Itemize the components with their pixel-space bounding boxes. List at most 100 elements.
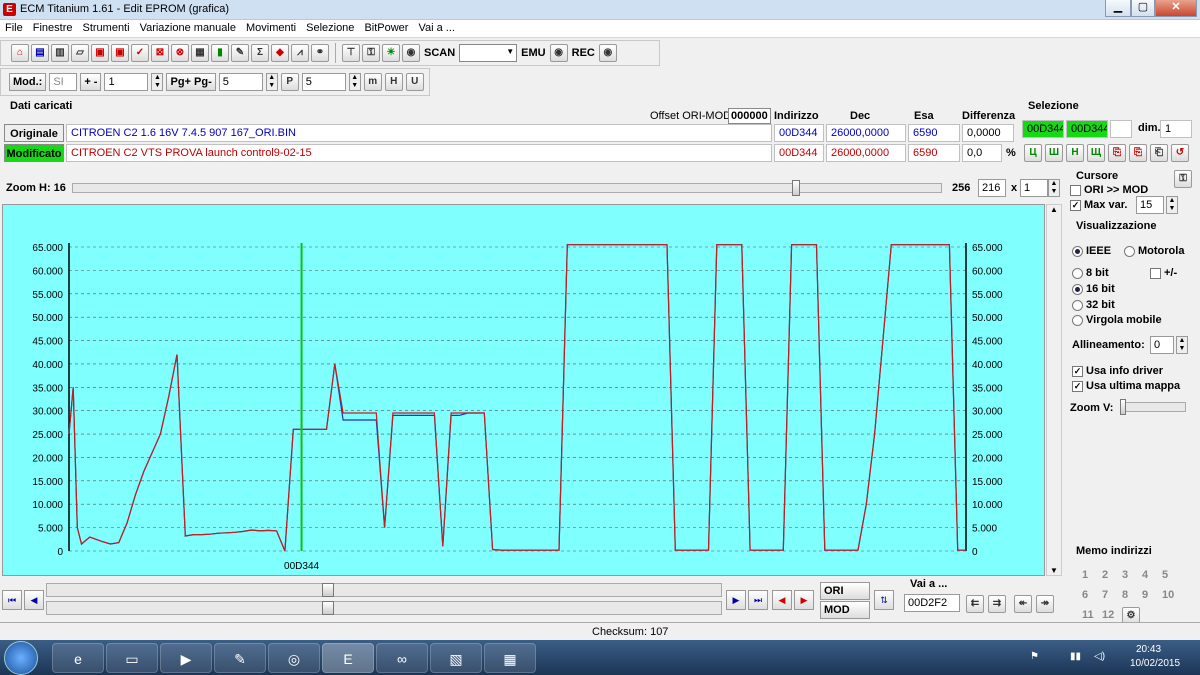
prev-icon[interactable]: ◀ bbox=[24, 590, 44, 610]
allineamento-spinner[interactable]: ▲ ▼ bbox=[1176, 336, 1188, 354]
memo-slot[interactable]: 10 bbox=[1162, 585, 1182, 605]
notebook-icon[interactable]: ▧ bbox=[430, 643, 482, 673]
chip-icon[interactable]: ▮ bbox=[211, 44, 229, 62]
last-icon[interactable]: ⏭ bbox=[748, 590, 768, 610]
goto-forward-icon[interactable]: ↠ bbox=[1036, 595, 1054, 613]
memo-slot[interactable]: 5 bbox=[1162, 565, 1182, 585]
eprom-graph[interactable]: 0 0 5.000 5.000 10.000 10.000 15.000 15.000 20.0… bbox=[2, 204, 1045, 576]
ori-mod-check-icon[interactable] bbox=[1070, 184, 1081, 196]
prev-diff-icon[interactable]: ◀ bbox=[772, 590, 792, 610]
bit32-radio-icon[interactable] bbox=[1072, 299, 1083, 311]
paint-icon[interactable]: ✎ bbox=[214, 643, 266, 673]
internet-explorer-icon[interactable]: e bbox=[52, 643, 104, 673]
menu-finestre[interactable]: Finestre bbox=[28, 20, 78, 34]
h-icon[interactable]: H bbox=[384, 73, 403, 91]
undo-icon[interactable]: ↺ bbox=[1171, 144, 1189, 162]
paste-icon[interactable]: ⎘ bbox=[1108, 144, 1126, 162]
copy-icon[interactable]: ▥ bbox=[51, 44, 69, 62]
mod-button[interactable]: MOD bbox=[820, 601, 870, 619]
page-spinner[interactable]: ▲ ▼ bbox=[265, 73, 278, 91]
run-icon[interactable]: ☀ bbox=[382, 44, 400, 62]
u-icon[interactable]: U bbox=[405, 73, 424, 91]
align-left-icon[interactable]: Ц bbox=[1024, 144, 1042, 162]
open-folder-icon[interactable]: ▱ bbox=[71, 44, 89, 62]
usa-mappa-check-icon[interactable]: ✓ bbox=[1072, 380, 1083, 392]
save-icon[interactable]: ▣ bbox=[91, 44, 109, 62]
float-radio[interactable]: Virgola mobile bbox=[1072, 314, 1162, 326]
start-button[interactable] bbox=[4, 641, 38, 675]
ieee-radio[interactable]: IEEE bbox=[1072, 245, 1111, 257]
zoomv-slider[interactable] bbox=[1120, 402, 1186, 412]
p-input[interactable]: 5 bbox=[301, 73, 346, 91]
position-thumb[interactable] bbox=[322, 583, 334, 597]
goto-back-icon[interactable]: ↞ bbox=[1014, 595, 1032, 613]
next-icon[interactable]: ▶ bbox=[726, 590, 746, 610]
align-bottom-icon[interactable]: Щ bbox=[1087, 144, 1105, 162]
mod-scrollbar[interactable] bbox=[46, 601, 722, 615]
sign-icon[interactable]: ✎ bbox=[231, 44, 249, 62]
chrome-icon[interactable]: ◎ bbox=[268, 643, 320, 673]
usa-driver-check-icon[interactable]: ✓ bbox=[1072, 365, 1083, 377]
scan-select[interactable] bbox=[459, 44, 518, 62]
p-icon[interactable]: P bbox=[280, 73, 299, 91]
ori-button[interactable]: ORI bbox=[820, 582, 870, 600]
ori-mod-checkbox[interactable]: ORI >> MOD bbox=[1070, 184, 1148, 196]
p-spinner[interactable]: ▲ ▼ bbox=[348, 73, 361, 91]
bit8-radio[interactable]: 8 bit bbox=[1072, 267, 1109, 279]
edit-icon[interactable]: ▤ bbox=[31, 44, 49, 62]
mod-thumb[interactable] bbox=[322, 601, 334, 615]
maximize-button[interactable]: ▢ bbox=[1131, 0, 1155, 17]
save-as-icon[interactable]: ▣ bbox=[111, 44, 129, 62]
zoom-h-thumb[interactable] bbox=[792, 180, 800, 196]
position-scrollbar[interactable] bbox=[46, 583, 722, 597]
m-icon[interactable]: m bbox=[363, 73, 382, 91]
menu-selezione[interactable]: Selezione bbox=[301, 20, 359, 34]
binoculars-icon[interactable]: ⚭ bbox=[311, 44, 329, 62]
menu-file[interactable]: File bbox=[0, 20, 28, 34]
ieee-radio-icon[interactable] bbox=[1072, 245, 1083, 257]
lock-cursor-icon[interactable]: ⚿ bbox=[1174, 170, 1192, 188]
graph-vertical-scrollbar[interactable]: ▲ ▼ bbox=[1046, 204, 1062, 576]
memo-slot[interactable]: 4 bbox=[1142, 565, 1162, 585]
maxvar-spinner[interactable]: ▲ ▼ bbox=[1166, 196, 1178, 214]
next-diff-icon[interactable]: ▶ bbox=[794, 590, 814, 610]
align-hold-icon[interactable]: Н bbox=[1066, 144, 1084, 162]
originale-label[interactable]: Originale bbox=[4, 124, 64, 142]
volume-icon[interactable]: ◁) bbox=[1094, 651, 1105, 662]
zoomv-thumb[interactable] bbox=[1120, 399, 1126, 415]
step-input[interactable]: 1 bbox=[104, 73, 149, 91]
network-icon[interactable]: ▮▮ bbox=[1070, 651, 1081, 662]
chart-icon[interactable]: ⩘ bbox=[291, 44, 309, 62]
bit32-radio[interactable]: 32 bit bbox=[1072, 299, 1115, 311]
file-explorer-icon[interactable]: ▭ bbox=[106, 643, 158, 673]
menu-vai-a[interactable]: Vai a ... bbox=[413, 20, 459, 34]
zoom-width[interactable]: 216 bbox=[978, 179, 1006, 197]
media-player-icon[interactable]: ▶ bbox=[160, 643, 212, 673]
memo-slot[interactable]: 3 bbox=[1122, 565, 1142, 585]
bit8-radio-icon[interactable] bbox=[1072, 267, 1083, 279]
memo-slot[interactable]: 7 bbox=[1102, 585, 1122, 605]
close-button[interactable]: ✕ bbox=[1155, 0, 1197, 17]
dim-input[interactable]: 1 bbox=[1160, 120, 1192, 138]
first-icon[interactable]: ⏮ bbox=[2, 590, 22, 610]
zoom-spinner[interactable]: ▲ ▼ bbox=[1048, 179, 1060, 197]
page-input[interactable]: 5 bbox=[218, 73, 263, 91]
goto-input[interactable]: 00D2F2 bbox=[904, 594, 960, 612]
motorola-radio[interactable]: Motorola bbox=[1124, 245, 1184, 257]
record-icon[interactable]: ◉ bbox=[402, 44, 420, 62]
graph-icon[interactable]: ◆ bbox=[271, 44, 289, 62]
memo-slot[interactable]: 8 bbox=[1122, 585, 1142, 605]
allineamento-input[interactable]: 0 bbox=[1150, 336, 1174, 354]
zoom-h-slider[interactable] bbox=[72, 183, 942, 193]
memo-slot[interactable]: 2 bbox=[1102, 565, 1122, 585]
goto-right-icon[interactable]: ⇉ bbox=[988, 595, 1006, 613]
memo-slot[interactable]: 9 bbox=[1142, 585, 1162, 605]
flag-icon[interactable]: ⚑ bbox=[1030, 651, 1039, 662]
calculator-icon[interactable]: ▦ bbox=[484, 643, 536, 673]
calc-icon[interactable]: ▦ bbox=[191, 44, 209, 62]
road-sign-icon[interactable]: ∞ bbox=[376, 643, 428, 673]
float-radio-icon[interactable] bbox=[1072, 314, 1083, 326]
step-spinner[interactable]: ▲ ▼ bbox=[151, 73, 164, 91]
emu-button[interactable]: ◉ bbox=[549, 44, 568, 62]
tool-icon[interactable]: ⊤ bbox=[342, 44, 360, 62]
